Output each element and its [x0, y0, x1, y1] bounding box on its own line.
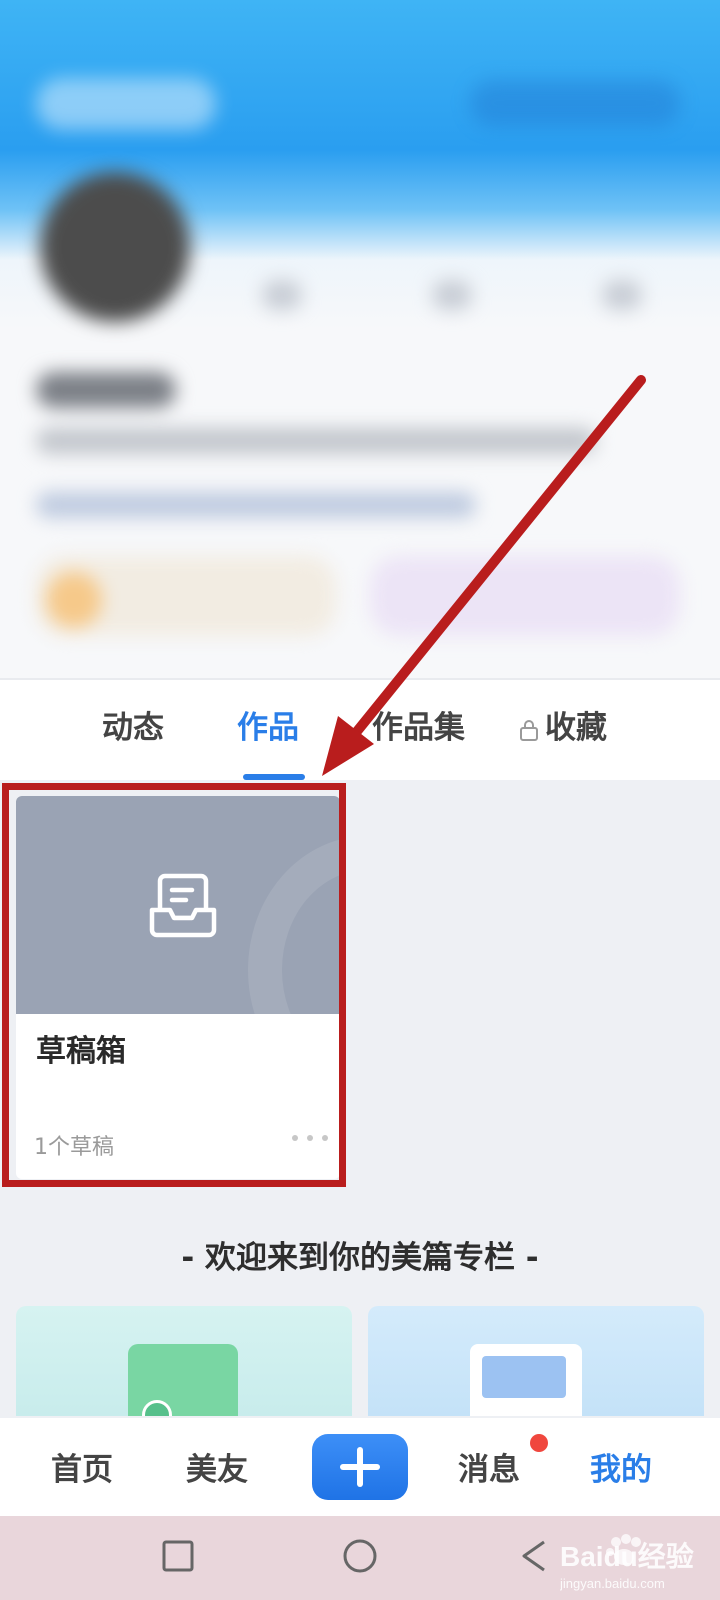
nav-friends[interactable]: 美友	[186, 1444, 248, 1489]
tab-collections[interactable]: 作品集	[372, 708, 465, 748]
user-info-line	[36, 428, 596, 454]
user-tag-line	[36, 492, 476, 518]
nav-messages[interactable]: 消息	[458, 1444, 520, 1489]
frame-picture	[482, 1356, 566, 1398]
baidu-jingyan-watermark: Baidu经验 jingyan.baidu.com	[560, 1534, 694, 1591]
back-icon[interactable]	[516, 1538, 552, 1574]
bottom-navigation: 首页 美友 消息 我的	[0, 1418, 720, 1516]
tab-favorites[interactable]: 收藏	[545, 708, 607, 748]
plus-icon-vertical	[357, 1447, 363, 1487]
promo-card-left[interactable]	[16, 1306, 352, 1416]
recents-icon[interactable]	[160, 1538, 196, 1574]
tab-dynamics[interactable]: 动态	[102, 708, 164, 748]
welcome-heading: - 欢迎来到你的美篇专栏 -	[181, 1240, 539, 1276]
benefit-card-right	[370, 556, 680, 636]
notification-dot	[530, 1434, 548, 1452]
promo-card-right[interactable]	[368, 1306, 704, 1416]
home-icon[interactable]	[340, 1536, 380, 1576]
svg-text:Baidu经验: Baidu经验	[560, 1540, 694, 1572]
profile-tabs: 动态 作品 作品集 收藏	[0, 680, 720, 780]
profile-blur-layer	[0, 0, 720, 680]
tab-works[interactable]: 作品	[237, 708, 299, 748]
stat-1	[262, 280, 302, 310]
benefit-icon	[46, 572, 102, 628]
header-actions	[470, 80, 680, 126]
nav-home[interactable]: 首页	[51, 1444, 113, 1489]
username	[36, 372, 176, 408]
highlight-box	[2, 783, 346, 1187]
stat-3	[602, 280, 642, 310]
avatar	[40, 172, 190, 322]
create-button[interactable]	[312, 1434, 408, 1500]
svg-text:jingyan.baidu.com: jingyan.baidu.com	[560, 1576, 665, 1591]
back-pill	[36, 78, 216, 130]
lock-icon	[520, 720, 538, 741]
active-tab-indicator	[243, 774, 305, 780]
stat-2	[432, 280, 472, 310]
nav-me[interactable]: 我的	[590, 1444, 652, 1489]
profile-header	[0, 0, 720, 680]
